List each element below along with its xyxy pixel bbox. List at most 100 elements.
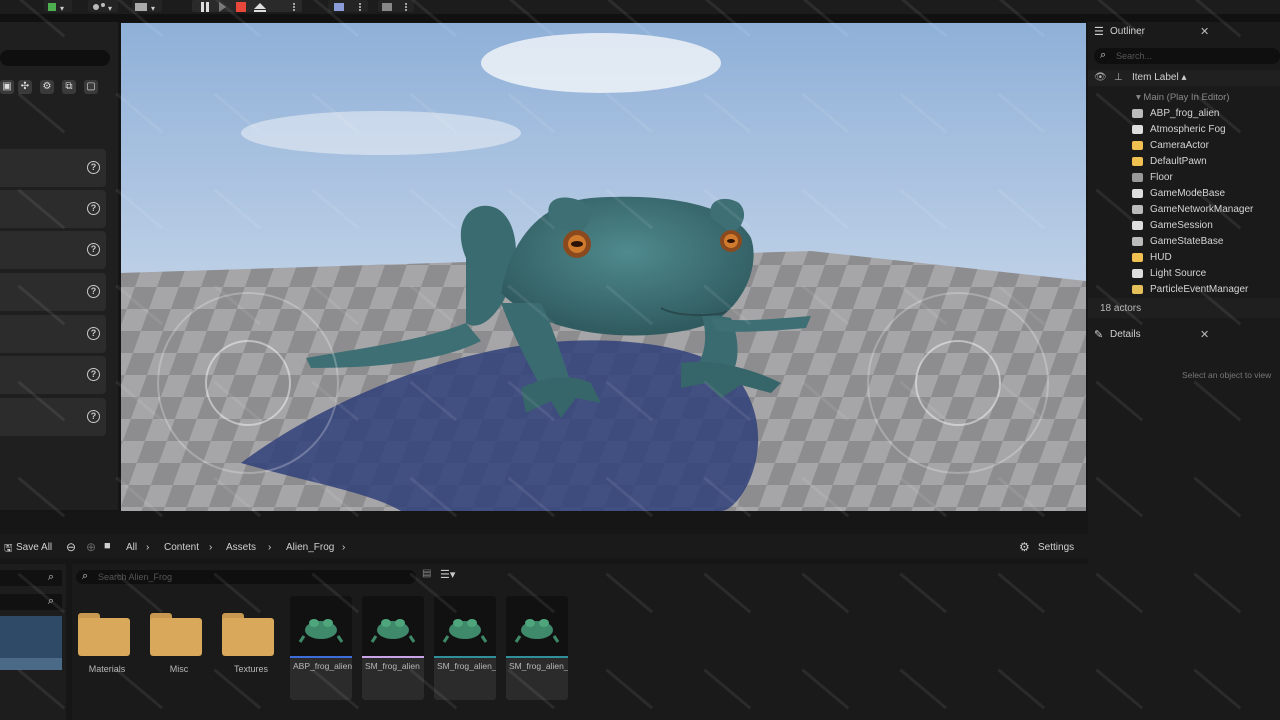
chevron-right-icon: › bbox=[146, 542, 150, 553]
help-icon[interactable]: ? bbox=[87, 327, 100, 340]
settings-button[interactable]: Settings bbox=[1038, 542, 1074, 553]
outliner-item[interactable]: Floor bbox=[1132, 172, 1173, 183]
visibility-icon[interactable]: 👁 bbox=[1094, 72, 1107, 83]
asset-tile[interactable]: ABP_frog_alien bbox=[290, 596, 352, 700]
outliner-item[interactable]: Atmospheric Fog bbox=[1132, 124, 1226, 135]
back-icon[interactable]: ⊖ bbox=[66, 540, 76, 554]
folder-tile[interactable]: Materials bbox=[74, 604, 130, 676]
forward-icon[interactable]: ⊕ bbox=[86, 540, 96, 554]
place-actors-panel: ▣ ✣ ⚙ ⧉ ▢ ? ? ? ? ? ? ? bbox=[0, 22, 118, 510]
help-icon[interactable]: ? bbox=[87, 161, 100, 174]
folder-icon bbox=[222, 618, 274, 656]
asset-tile[interactable]: SM_frog_alien bbox=[362, 596, 424, 700]
place-category-item[interactable]: ? bbox=[0, 315, 106, 353]
outliner-item-label: Floor bbox=[1150, 172, 1173, 183]
help-icon[interactable]: ? bbox=[87, 202, 100, 215]
outliner-item[interactable]: CameraActor bbox=[1132, 140, 1209, 151]
item-label-column[interactable]: Item Label ▴ bbox=[1132, 72, 1187, 83]
folder-tile[interactable]: Textures bbox=[218, 604, 274, 676]
asset-type-strip bbox=[362, 656, 424, 658]
place-category-item[interactable]: ? bbox=[0, 190, 106, 228]
basic-icon[interactable]: ▣ bbox=[0, 80, 14, 94]
content-browser: 🖫 Save All ⊖ ⊕ ■ All › Content › Assets … bbox=[0, 512, 1088, 720]
place-category-item[interactable]: ? bbox=[0, 356, 106, 394]
cinematics-icon[interactable]: ▾ bbox=[132, 0, 162, 13]
outliner-item[interactable]: GameStateBase bbox=[1132, 236, 1223, 247]
asset-tile[interactable]: SM_frog_alien_PuppetRig bbox=[506, 596, 568, 700]
asset-name: SM_frog_alien_PuppetRig bbox=[509, 661, 568, 671]
asset-type-strip bbox=[434, 656, 496, 658]
particle-icon bbox=[1132, 285, 1143, 294]
sources-search[interactable]: ⌕ bbox=[0, 570, 62, 586]
svg-text:▾: ▾ bbox=[60, 4, 64, 13]
filter-icon[interactable]: ☰▾ bbox=[440, 568, 455, 581]
folder-tile[interactable]: Misc bbox=[146, 604, 202, 676]
outliner-item[interactable]: GameNetworkManager bbox=[1132, 204, 1254, 215]
help-icon[interactable]: ? bbox=[87, 410, 100, 423]
outliner-item[interactable]: GameSession bbox=[1132, 220, 1213, 231]
outliner-item[interactable]: ParticleEventManager bbox=[1132, 284, 1248, 295]
content-browser-toolbar: 🖫 Save All ⊖ ⊕ ■ All › Content › Assets … bbox=[0, 534, 1088, 558]
folder-label: Misc bbox=[169, 664, 189, 674]
stop-icon bbox=[236, 2, 246, 12]
outliner-item-label: GameNetworkManager bbox=[1150, 204, 1254, 215]
gear-icon[interactable]: ⚙ bbox=[1019, 540, 1030, 554]
lights-icon[interactable]: ✣ bbox=[18, 80, 32, 94]
asset-thumbnail bbox=[506, 596, 568, 656]
sources-filter[interactable]: ⌕ bbox=[0, 594, 62, 610]
outliner-search[interactable]: ⌕ Search... bbox=[1094, 48, 1280, 64]
actor-icon bbox=[1132, 109, 1143, 118]
folder-label: Textures bbox=[233, 664, 268, 674]
chevron-down-icon[interactable]: ▾ bbox=[1136, 92, 1141, 103]
outliner-item[interactable]: Light Source bbox=[1132, 268, 1207, 279]
blueprint-icon[interactable]: ▾ bbox=[88, 0, 118, 13]
outliner-footer: 18 actors bbox=[1088, 298, 1280, 318]
selected-folder-row[interactable] bbox=[0, 616, 62, 658]
details-title: Details bbox=[1110, 329, 1141, 340]
help-icon[interactable]: ? bbox=[87, 243, 100, 256]
save-all-button[interactable]: Save All bbox=[16, 542, 52, 553]
close-icon[interactable]: ✕ bbox=[1200, 328, 1209, 341]
outliner-column-header[interactable]: 👁 ⊥ Item Label ▴ bbox=[1088, 70, 1280, 86]
volumes-icon[interactable]: ⧉ bbox=[62, 80, 76, 94]
help-icon[interactable]: ? bbox=[87, 285, 100, 298]
add-actor-icon[interactable]: ▾ bbox=[44, 0, 72, 13]
breadcrumb-all[interactable]: All bbox=[126, 542, 137, 553]
pause-icon bbox=[201, 2, 209, 12]
outliner-root[interactable]: ▾ Main (Play In Editor) bbox=[1136, 92, 1229, 103]
shapes-icon[interactable]: ⚙ bbox=[40, 80, 54, 94]
asset-search[interactable]: ⌕ Search Alien_Frog bbox=[76, 570, 416, 584]
breadcrumb-alien-frog[interactable]: Alien_Frog bbox=[286, 542, 334, 553]
all-classes-icon[interactable]: ▢ bbox=[84, 80, 98, 94]
gamestate-icon bbox=[1132, 237, 1143, 246]
place-category-item[interactable]: ? bbox=[0, 149, 106, 187]
details-tab-icon: ✎ bbox=[1094, 329, 1104, 341]
place-actors-search[interactable] bbox=[0, 50, 110, 66]
session-icon bbox=[1132, 221, 1143, 230]
settings-icon[interactable] bbox=[378, 0, 414, 12]
breadcrumb-content[interactable]: Content bbox=[164, 542, 199, 553]
outliner-item-label: Light Source bbox=[1150, 268, 1207, 279]
asset-search-placeholder: Search Alien_Frog bbox=[98, 572, 173, 582]
asset-thumbnail bbox=[290, 596, 352, 656]
help-icon[interactable]: ? bbox=[87, 368, 100, 381]
place-category-item[interactable]: ? bbox=[0, 398, 106, 436]
outliner-root-label: Main (Play In Editor) bbox=[1143, 92, 1230, 103]
close-icon[interactable]: ✕ bbox=[1200, 25, 1209, 38]
pin-icon[interactable]: ⊥ bbox=[1114, 72, 1123, 83]
pawn-icon bbox=[1132, 157, 1143, 166]
outliner-item[interactable]: ABP_frog_alien bbox=[1132, 108, 1220, 119]
outliner-item-label: Atmospheric Fog bbox=[1150, 124, 1226, 135]
platforms-icon[interactable] bbox=[328, 0, 368, 12]
level-viewport[interactable] bbox=[121, 23, 1086, 511]
place-category-item[interactable]: ? bbox=[0, 273, 106, 311]
breadcrumb-assets[interactable]: Assets bbox=[226, 542, 256, 553]
chevron-right-icon: › bbox=[209, 542, 213, 553]
save-search-icon[interactable]: ▤ bbox=[422, 568, 431, 579]
outliner-item[interactable]: GameModeBase bbox=[1132, 188, 1225, 199]
camera-icon bbox=[1132, 141, 1143, 150]
outliner-item[interactable]: HUD bbox=[1132, 252, 1172, 263]
asset-tile[interactable]: SM_frog_alien_CtrlRig bbox=[434, 596, 496, 700]
place-category-item[interactable]: ? bbox=[0, 231, 106, 269]
outliner-item[interactable]: DefaultPawn bbox=[1132, 156, 1207, 167]
